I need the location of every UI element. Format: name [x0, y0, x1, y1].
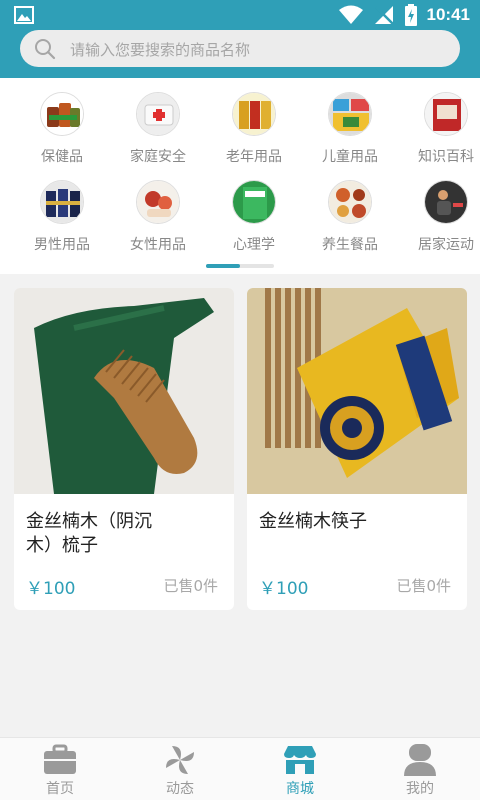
- product-card-chopsticks[interactable]: 金丝楠木筷子 ￥100 已售0件: [247, 288, 467, 610]
- product-card-comb[interactable]: 金丝楠木（阴沉木）梳子 ￥100 已售0件: [14, 288, 234, 610]
- category-home-safety[interactable]: 家庭安全: [110, 78, 206, 166]
- search-input[interactable]: 请输入您要搜索的商品名称: [20, 30, 460, 67]
- tab-moments[interactable]: 动态: [120, 738, 240, 800]
- bottom-tab-bar: 首页 动态 商城 我的: [0, 737, 480, 800]
- tab-label: 我的: [406, 781, 434, 797]
- page-indicator: [206, 264, 274, 268]
- search-placeholder: 请输入您要搜索的商品名称: [70, 41, 251, 59]
- category-label: 家庭安全: [130, 149, 186, 165]
- category-label: 养生餐品: [322, 237, 378, 253]
- user-icon: [404, 744, 436, 776]
- category-elderly-products[interactable]: 老年用品: [206, 78, 302, 166]
- no-signal-icon: [374, 6, 394, 25]
- pinwheel-icon: [166, 746, 194, 774]
- tab-home[interactable]: 首页: [0, 738, 120, 800]
- store-icon: [284, 746, 316, 774]
- product-sold-count: 已售0件: [396, 577, 451, 595]
- tab-mine[interactable]: 我的: [360, 738, 480, 800]
- encyclopedia-icon: [424, 92, 468, 136]
- status-bar: 10:41: [0, 0, 480, 30]
- product-name: 金丝楠木筷子: [259, 511, 367, 532]
- tab-label: 动态: [166, 781, 194, 797]
- category-men-products[interactable]: 男性用品: [14, 166, 110, 254]
- search-header: 请输入您要搜索的商品名称: [0, 30, 480, 78]
- category-label: 女性用品: [130, 237, 186, 253]
- elderly-products-icon: [232, 92, 276, 136]
- category-label: 儿童用品: [322, 149, 378, 165]
- page-indicator-active: [206, 264, 240, 268]
- wifi-icon: [338, 5, 363, 24]
- category-grid: 保健品 家庭安全 老年用品 儿童用品 知识百科 男性用品 女性用品 心理学 养生…: [0, 78, 480, 274]
- tab-label: 首页: [46, 781, 74, 797]
- women-products-icon: [136, 180, 180, 224]
- search-icon: [35, 39, 56, 60]
- category-label: 男性用品: [34, 237, 90, 253]
- home-exercise-icon: [424, 180, 468, 224]
- category-women-products[interactable]: 女性用品: [110, 166, 206, 254]
- psychology-icon: [232, 180, 276, 224]
- category-label: 知识百科: [418, 149, 474, 165]
- product-name: 金丝楠木（阴沉木）梳子: [26, 511, 152, 556]
- status-time: 10:41: [426, 5, 470, 24]
- category-encyclopedia[interactable]: 知识百科: [398, 78, 480, 166]
- briefcase-icon: [44, 744, 76, 774]
- product-image-chopsticks: [247, 288, 467, 494]
- category-health-food[interactable]: 养生餐品: [302, 166, 398, 254]
- tab-mall[interactable]: 商城: [240, 738, 360, 800]
- category-children-products[interactable]: 儿童用品: [302, 78, 398, 166]
- gallery-icon: [14, 6, 34, 24]
- category-health-products[interactable]: 保健品: [14, 78, 110, 166]
- product-price: ￥100: [26, 579, 76, 599]
- health-food-icon: [328, 180, 372, 224]
- category-label: 心理学: [233, 237, 275, 253]
- category-label: 保健品: [41, 149, 83, 165]
- children-products-icon: [328, 92, 372, 136]
- battery-charging-icon: [404, 4, 417, 26]
- product-price: ￥100: [259, 579, 309, 599]
- product-sold-count: 已售0件: [163, 577, 218, 595]
- men-products-icon: [40, 180, 84, 224]
- category-label: 老年用品: [226, 149, 282, 165]
- category-home-exercise[interactable]: 居家运动: [398, 166, 480, 254]
- category-psychology[interactable]: 心理学: [206, 166, 302, 254]
- health-products-icon: [40, 92, 84, 136]
- product-image-comb: [14, 288, 234, 494]
- tab-label: 商城: [286, 781, 314, 797]
- home-safety-icon: [136, 92, 180, 136]
- category-label: 居家运动: [418, 237, 474, 253]
